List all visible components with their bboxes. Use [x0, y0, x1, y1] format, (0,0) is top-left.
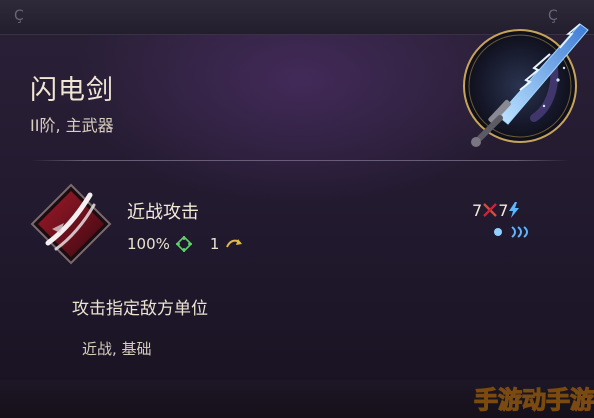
crosshair-icon — [175, 236, 192, 252]
accuracy-value: 100% — [127, 235, 170, 253]
weapon-name: 闪电剑 — [30, 75, 114, 106]
ability-stats: 100% 1 — [127, 234, 243, 254]
movement-pips-icon — [494, 226, 528, 238]
weapon-tooltip-panel: Ç Ç 闪电剑 II阶, 主武器 近战攻击 100% 1 7 7 攻击指定敌方单… — [0, 0, 594, 418]
ability-name: 近战攻击 — [127, 202, 199, 223]
ability-tags: 近战, 基础 — [82, 340, 152, 358]
weapon-tier-type: II阶, 主武器 — [30, 116, 114, 135]
svg-text:手游动手游: 手游动手游 — [474, 386, 594, 414]
lightning-bolt-icon — [509, 202, 520, 218]
lightning-sword-emblem-icon — [463, 23, 589, 147]
curved-arrow-icon — [226, 239, 243, 248]
slash-attack-icon — [30, 183, 112, 265]
header-corner-glyph-left: Ç — [14, 8, 24, 24]
header-divider — [30, 160, 570, 161]
crossed-swords-icon — [483, 203, 498, 217]
site-watermark-logo: 手游动手游 — [473, 385, 594, 414]
damage-value: 7 — [472, 200, 483, 220]
energy-value: 7 — [498, 200, 509, 220]
ability-cost: 7 7 — [472, 200, 520, 220]
range-value: 1 — [209, 235, 220, 253]
ability-description: 攻击指定敌方单位 — [72, 299, 208, 319]
